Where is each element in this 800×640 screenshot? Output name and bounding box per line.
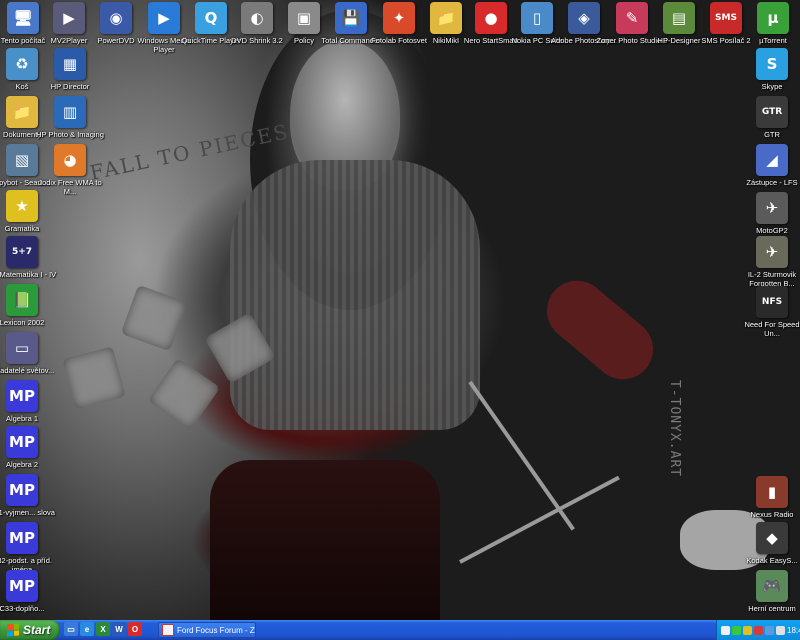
c32-icon: MP bbox=[6, 522, 38, 554]
desktop-icon-label: C33-doplňo... bbox=[0, 604, 45, 613]
tray-icon-2[interactable] bbox=[732, 625, 741, 635]
icon-nexus-radio[interactable]: ▮ Nexus Radio bbox=[736, 476, 800, 519]
icon-motogp2[interactable]: ✈ MotoGP2 bbox=[736, 192, 800, 235]
tray-icon-4[interactable] bbox=[754, 625, 763, 635]
motogp2-icon: ✈ bbox=[756, 192, 788, 224]
icon-algebra-2[interactable]: MP Algebra 2 bbox=[0, 426, 58, 469]
desktop[interactable]: FALL TO PIECES T-TONYX.ART 🖥 Tento počíta… bbox=[0, 0, 800, 620]
wallpaper-jeans bbox=[210, 460, 440, 620]
desktop-icon-label: C31-vyjmen... slova bbox=[0, 508, 55, 517]
desktop-icon-label: GTR bbox=[764, 130, 780, 139]
skype-icon: S bbox=[756, 48, 788, 80]
wallpaper-signature: T-TONYX.ART bbox=[667, 380, 682, 478]
need-for-speed-icon: NFS bbox=[756, 286, 788, 318]
desktop-icon-label: µTorrent bbox=[759, 36, 787, 45]
icon-lexicon[interactable]: 📗 Lexicon 2002 bbox=[0, 284, 58, 327]
desktop-icon-label: Lexicon 2002 bbox=[0, 318, 45, 327]
icon-hp-director[interactable]: ▦ HP Director bbox=[34, 48, 106, 91]
hp-photo-imaging-icon: ▥ bbox=[54, 96, 86, 128]
desktop-icon-label: Herní centrum bbox=[748, 604, 796, 613]
algebra-2-icon: MP bbox=[6, 426, 38, 458]
desktop-icon-label: Nexus Radio bbox=[750, 510, 794, 519]
icon-c33[interactable]: MP C33-doplňo... bbox=[0, 570, 58, 613]
gramatika-icon: ★ bbox=[6, 190, 38, 222]
wallpaper-sweater bbox=[230, 160, 480, 430]
wallpaper-wire bbox=[459, 475, 620, 564]
utorrent-icon: µ bbox=[757, 2, 789, 34]
quick-launch-bar: ▭ e X W O bbox=[64, 622, 142, 638]
taskbar-button-label: Ford Focus Forum - Z... bbox=[177, 625, 256, 635]
tray-icon-6[interactable] bbox=[776, 625, 785, 635]
quicklaunch-excel-icon[interactable]: X bbox=[96, 622, 110, 636]
quicklaunch-word-icon[interactable]: W bbox=[112, 622, 126, 636]
zastupce-lfs-icon: ◢ bbox=[756, 144, 788, 176]
nexus-radio-icon: ▮ bbox=[756, 476, 788, 508]
wallpaper-puzzle-piece bbox=[120, 284, 188, 352]
start-label: Start bbox=[23, 623, 51, 637]
icon-gramatika[interactable]: ★ Gramatika bbox=[0, 190, 58, 233]
desktop-icon-label: MotoGP2 bbox=[756, 226, 788, 235]
icon-kodak-easy[interactable]: ◆ Kodak EasyS... bbox=[736, 522, 800, 565]
sturmovik-icon: ✈ bbox=[756, 236, 788, 268]
desktop-icon-label: TS Matematika I - IV bbox=[0, 270, 57, 279]
icon-c31[interactable]: MP C31-vyjmen... slova bbox=[0, 474, 58, 517]
desktop-icon-label: Skype bbox=[761, 82, 783, 91]
icon-ts-matematika[interactable]: 5+7 TS Matematika I - IV bbox=[0, 236, 58, 279]
tray-icon-1[interactable] bbox=[721, 625, 730, 635]
icon-gtr[interactable]: GTR GTR bbox=[736, 96, 800, 139]
c31-icon: MP bbox=[6, 474, 38, 506]
quicklaunch-show-desktop-icon[interactable]: ▭ bbox=[64, 622, 78, 636]
algebra-1-icon: MP bbox=[6, 380, 38, 412]
tray-icon-5[interactable] bbox=[765, 625, 774, 635]
icon-skype[interactable]: S Skype bbox=[736, 48, 800, 91]
quicklaunch-opera-icon[interactable]: O bbox=[128, 622, 142, 636]
clock[interactable]: 18:41 bbox=[787, 626, 800, 635]
desktop-icon-label: HP Photo & Imaging bbox=[36, 130, 104, 139]
desktop-icon-label: Skladatelé světov... bbox=[0, 366, 55, 375]
desktop-icon-label: Zástupce - LFS bbox=[746, 178, 798, 187]
wallpaper-puzzle-piece bbox=[147, 357, 221, 431]
hp-director-icon: ▦ bbox=[54, 48, 86, 80]
kodak-easy-icon: ◆ bbox=[756, 522, 788, 554]
wallpaper-puzzle-piece bbox=[62, 346, 126, 410]
icon-herni-centrum[interactable]: 🎮 Herní centrum bbox=[736, 570, 800, 613]
icon-jodix[interactable]: ◕ Jodix Free WMA to M... bbox=[34, 144, 106, 196]
taskbar: Start ▭eXWO Ford Focus Forum - Z... 18:4… bbox=[0, 620, 800, 640]
icon-zastupce-lfs[interactable]: ◢ Zástupce - LFS bbox=[736, 144, 800, 187]
wallpaper-arm bbox=[534, 268, 666, 392]
icon-hp-photo-imaging[interactable]: ▥ HP Photo & Imaging bbox=[34, 96, 106, 139]
windows-logo-icon bbox=[7, 623, 19, 637]
icon-skladatele[interactable]: ▭ Skladatelé světov... bbox=[0, 332, 58, 375]
icon-c32[interactable]: MPC32-podst. a příd. jména bbox=[0, 522, 58, 574]
skladatele-icon: ▭ bbox=[6, 332, 38, 364]
desktop-icon-label: Algebra 2 bbox=[5, 460, 39, 469]
desktop-icon-label: HP Director bbox=[50, 82, 90, 91]
gtr-icon: GTR bbox=[756, 96, 788, 128]
start-button[interactable]: Start bbox=[0, 620, 60, 640]
icon-sturmovik[interactable]: ✈ IL-2 Sturmovik Forgotten B... bbox=[736, 236, 800, 288]
c33-icon: MP bbox=[6, 570, 38, 602]
lexicon-icon: 📗 bbox=[6, 284, 38, 316]
ts-matematika-icon: 5+7 bbox=[6, 236, 38, 268]
desktop-icon-label: Algebra 1 bbox=[5, 414, 39, 423]
herni-centrum-icon: 🎮 bbox=[756, 570, 788, 602]
jodix-icon: ◕ bbox=[54, 144, 86, 176]
desktop-icon-label: Gramatika bbox=[4, 224, 40, 233]
tray-icon-3[interactable] bbox=[743, 625, 752, 635]
browser-window-icon bbox=[162, 624, 174, 636]
icon-need-for-speed[interactable]: NFS Need For Speed Un... bbox=[736, 286, 800, 338]
system-tray: 18:41 bbox=[716, 620, 800, 640]
desktop-icon-label: Need For Speed Un... bbox=[744, 320, 800, 338]
quicklaunch-ie-icon[interactable]: e bbox=[80, 622, 94, 636]
icon-utorrent[interactable]: µ µTorrent bbox=[737, 2, 800, 45]
taskbar-button-ford-focus-forum[interactable]: Ford Focus Forum - Z... bbox=[158, 622, 256, 638]
desktop-icon-label: Kodak EasyS... bbox=[746, 556, 798, 565]
icon-algebra-1[interactable]: MP Algebra 1 bbox=[0, 380, 58, 423]
